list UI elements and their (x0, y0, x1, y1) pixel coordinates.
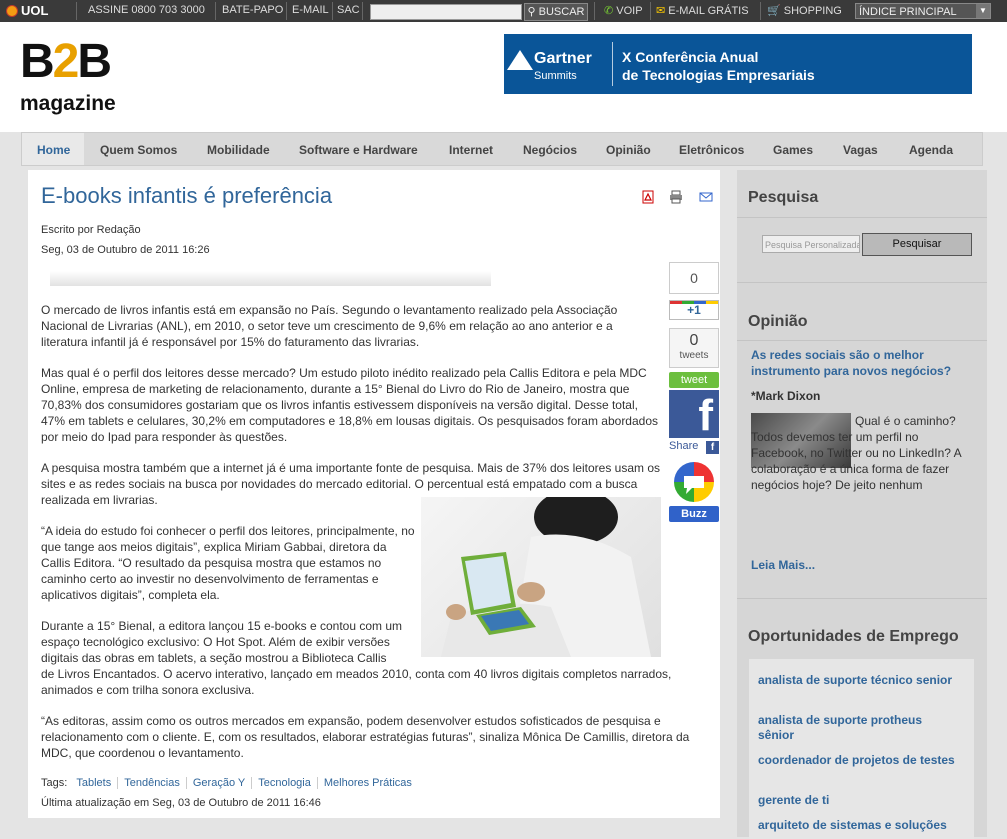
email-link[interactable]: E-MAIL (292, 4, 329, 16)
article-paragraph: de Livros Encantados. O acervo interativ… (41, 667, 672, 697)
article: E-books infantis é preferência Escrito p… (28, 170, 720, 818)
tab-quem-somos[interactable]: Quem Somos (100, 143, 177, 157)
gplus-count: 0 (669, 262, 719, 294)
facebook-icon[interactable]: f (669, 390, 719, 438)
tab-games[interactable]: Games (773, 143, 813, 157)
custom-search-input[interactable]: Pesquisa Personalizada (762, 235, 860, 253)
tag-link[interactable]: Melhores Práticas (324, 777, 418, 789)
pdf-icon[interactable] (641, 190, 655, 204)
job-link[interactable]: analista de suporte protheus sênior (758, 713, 958, 743)
article-date: Seg, 03 de Outubro de 2011 16:26 (41, 244, 210, 256)
tab-vagas[interactable]: Vagas (843, 143, 878, 157)
uol-search-input[interactable] (370, 4, 522, 20)
gartner-logo: Gartner Summits (504, 34, 609, 94)
gartner-banner-ad[interactable]: Gartner Summits X Conferência Anual de T… (504, 34, 972, 94)
facebook-share-button[interactable]: Share f (669, 440, 719, 456)
search-button[interactable]: Pesquisar (862, 233, 972, 256)
opinion-author: *Mark Dixon (751, 389, 821, 403)
sidebar: Pesquisa Pesquisa Personalizada Pesquisa… (737, 170, 987, 839)
assine-link[interactable]: ASSINE 0800 703 3000 (88, 4, 205, 16)
cart-icon: 🛒 (767, 5, 781, 17)
tweet-button[interactable]: tweet (669, 372, 719, 388)
uol-top-bar: UOL ASSINE 0800 703 3000 BATE-PAPO E-MAI… (0, 0, 1007, 22)
tags: Tags: Tablets Tendências Geração Y Tecnolog… (41, 777, 418, 789)
jobs-section-title: Oportunidades de Emprego (748, 628, 959, 645)
tab-opiniao[interactable]: Opinião (606, 143, 651, 157)
tab-eletronicos[interactable]: Eletrônicos (679, 143, 744, 157)
phone-icon: ✆ (604, 5, 614, 17)
batepapo-link[interactable]: BATE-PAPO (222, 4, 283, 16)
article-author: Escrito por Redação (41, 224, 141, 236)
job-link[interactable]: gerente de ti (758, 793, 958, 808)
article-paragraph: “A ideia do estudo foi conhecer o perfil… (41, 524, 415, 602)
tweet-count: 0 tweets (669, 328, 719, 368)
uol-logo-icon (6, 5, 18, 17)
shopping-link[interactable]: 🛒 SHOPPING (767, 4, 842, 17)
envelope-icon: ✉ (656, 5, 666, 17)
tab-negocios[interactable]: Negócios (523, 143, 577, 157)
tab-home[interactable]: Home (37, 143, 70, 157)
search-icon: ⚲ (527, 6, 536, 18)
opinion-section-title: Opinião (748, 313, 808, 330)
opinion-article-link[interactable]: As redes sociais são o melhor instrument… (751, 347, 976, 379)
search-section-title: Pesquisa (748, 189, 819, 206)
main-nav: Home Quem Somos Mobilidade Software e Ha… (21, 132, 983, 166)
opinion-excerpt: Qual é o caminho? Todos devemos ter um p… (751, 414, 961, 492)
tab-internet[interactable]: Internet (449, 143, 493, 157)
index-select[interactable]: ÍNDICE PRINCIPAL ▼ (855, 3, 991, 19)
job-link[interactable]: analista de suporte técnico senior (758, 673, 958, 688)
tag-link[interactable]: Tecnologia (258, 777, 318, 789)
article-title: E-books infantis é preferência (41, 183, 333, 208)
article-paragraph: O mercado de livros infantis está em exp… (41, 303, 618, 349)
sac-link[interactable]: SAC (337, 4, 360, 16)
tag-link[interactable]: Tablets (76, 777, 119, 789)
article-paragraph: Durante a 15° Bienal, a editora lançou 1… (41, 619, 403, 665)
uol-search-button[interactable]: ⚲ BUSCAR (524, 3, 588, 21)
article-paragraph: “As editoras, assim como os outros merca… (41, 714, 690, 760)
tag-link[interactable]: Tendências (124, 777, 187, 789)
read-more-link[interactable]: Leia Mais... (751, 558, 815, 572)
tab-agenda[interactable]: Agenda (909, 143, 953, 157)
gplus-button[interactable]: +1 (669, 300, 719, 320)
voip-link[interactable]: ✆ VOIP (604, 4, 643, 17)
last-updated: Última atualização em Seg, 03 de Outubro… (41, 797, 321, 809)
uol-logo[interactable]: UOL (6, 3, 48, 18)
facebook-small-icon: f (706, 441, 719, 454)
gartner-arch-icon (507, 50, 533, 70)
tab-software-hardware[interactable]: Software e Hardware (299, 143, 418, 157)
google-buzz-icon[interactable] (670, 460, 718, 502)
article-divider (50, 271, 491, 286)
email-gratis-link[interactable]: ✉ E-MAIL GRÁTIS (656, 4, 749, 17)
article-photo (421, 497, 661, 657)
print-icon[interactable] (669, 190, 683, 204)
boy-with-tablet-illustration (441, 497, 651, 657)
job-link[interactable]: coordenador de projetos de testes (758, 753, 958, 768)
jobs-list: analista de suporte técnico senior anali… (749, 659, 974, 839)
job-link[interactable]: arquiteto de sistemas e soluções (758, 818, 958, 833)
buzz-button[interactable]: Buzz (669, 506, 719, 522)
tag-link[interactable]: Geração Y (192, 777, 253, 789)
b2b-magazine-logo[interactable]: B2B magazine (20, 37, 140, 122)
article-paragraph: Mas qual é o perfil dos leitores desse m… (41, 366, 659, 444)
chevron-down-icon: ▼ (976, 4, 990, 18)
site-header: B2B magazine Gartner Summits X Conferênc… (0, 22, 1007, 132)
tab-mobilidade[interactable]: Mobilidade (207, 143, 270, 157)
email-icon[interactable] (699, 190, 713, 204)
